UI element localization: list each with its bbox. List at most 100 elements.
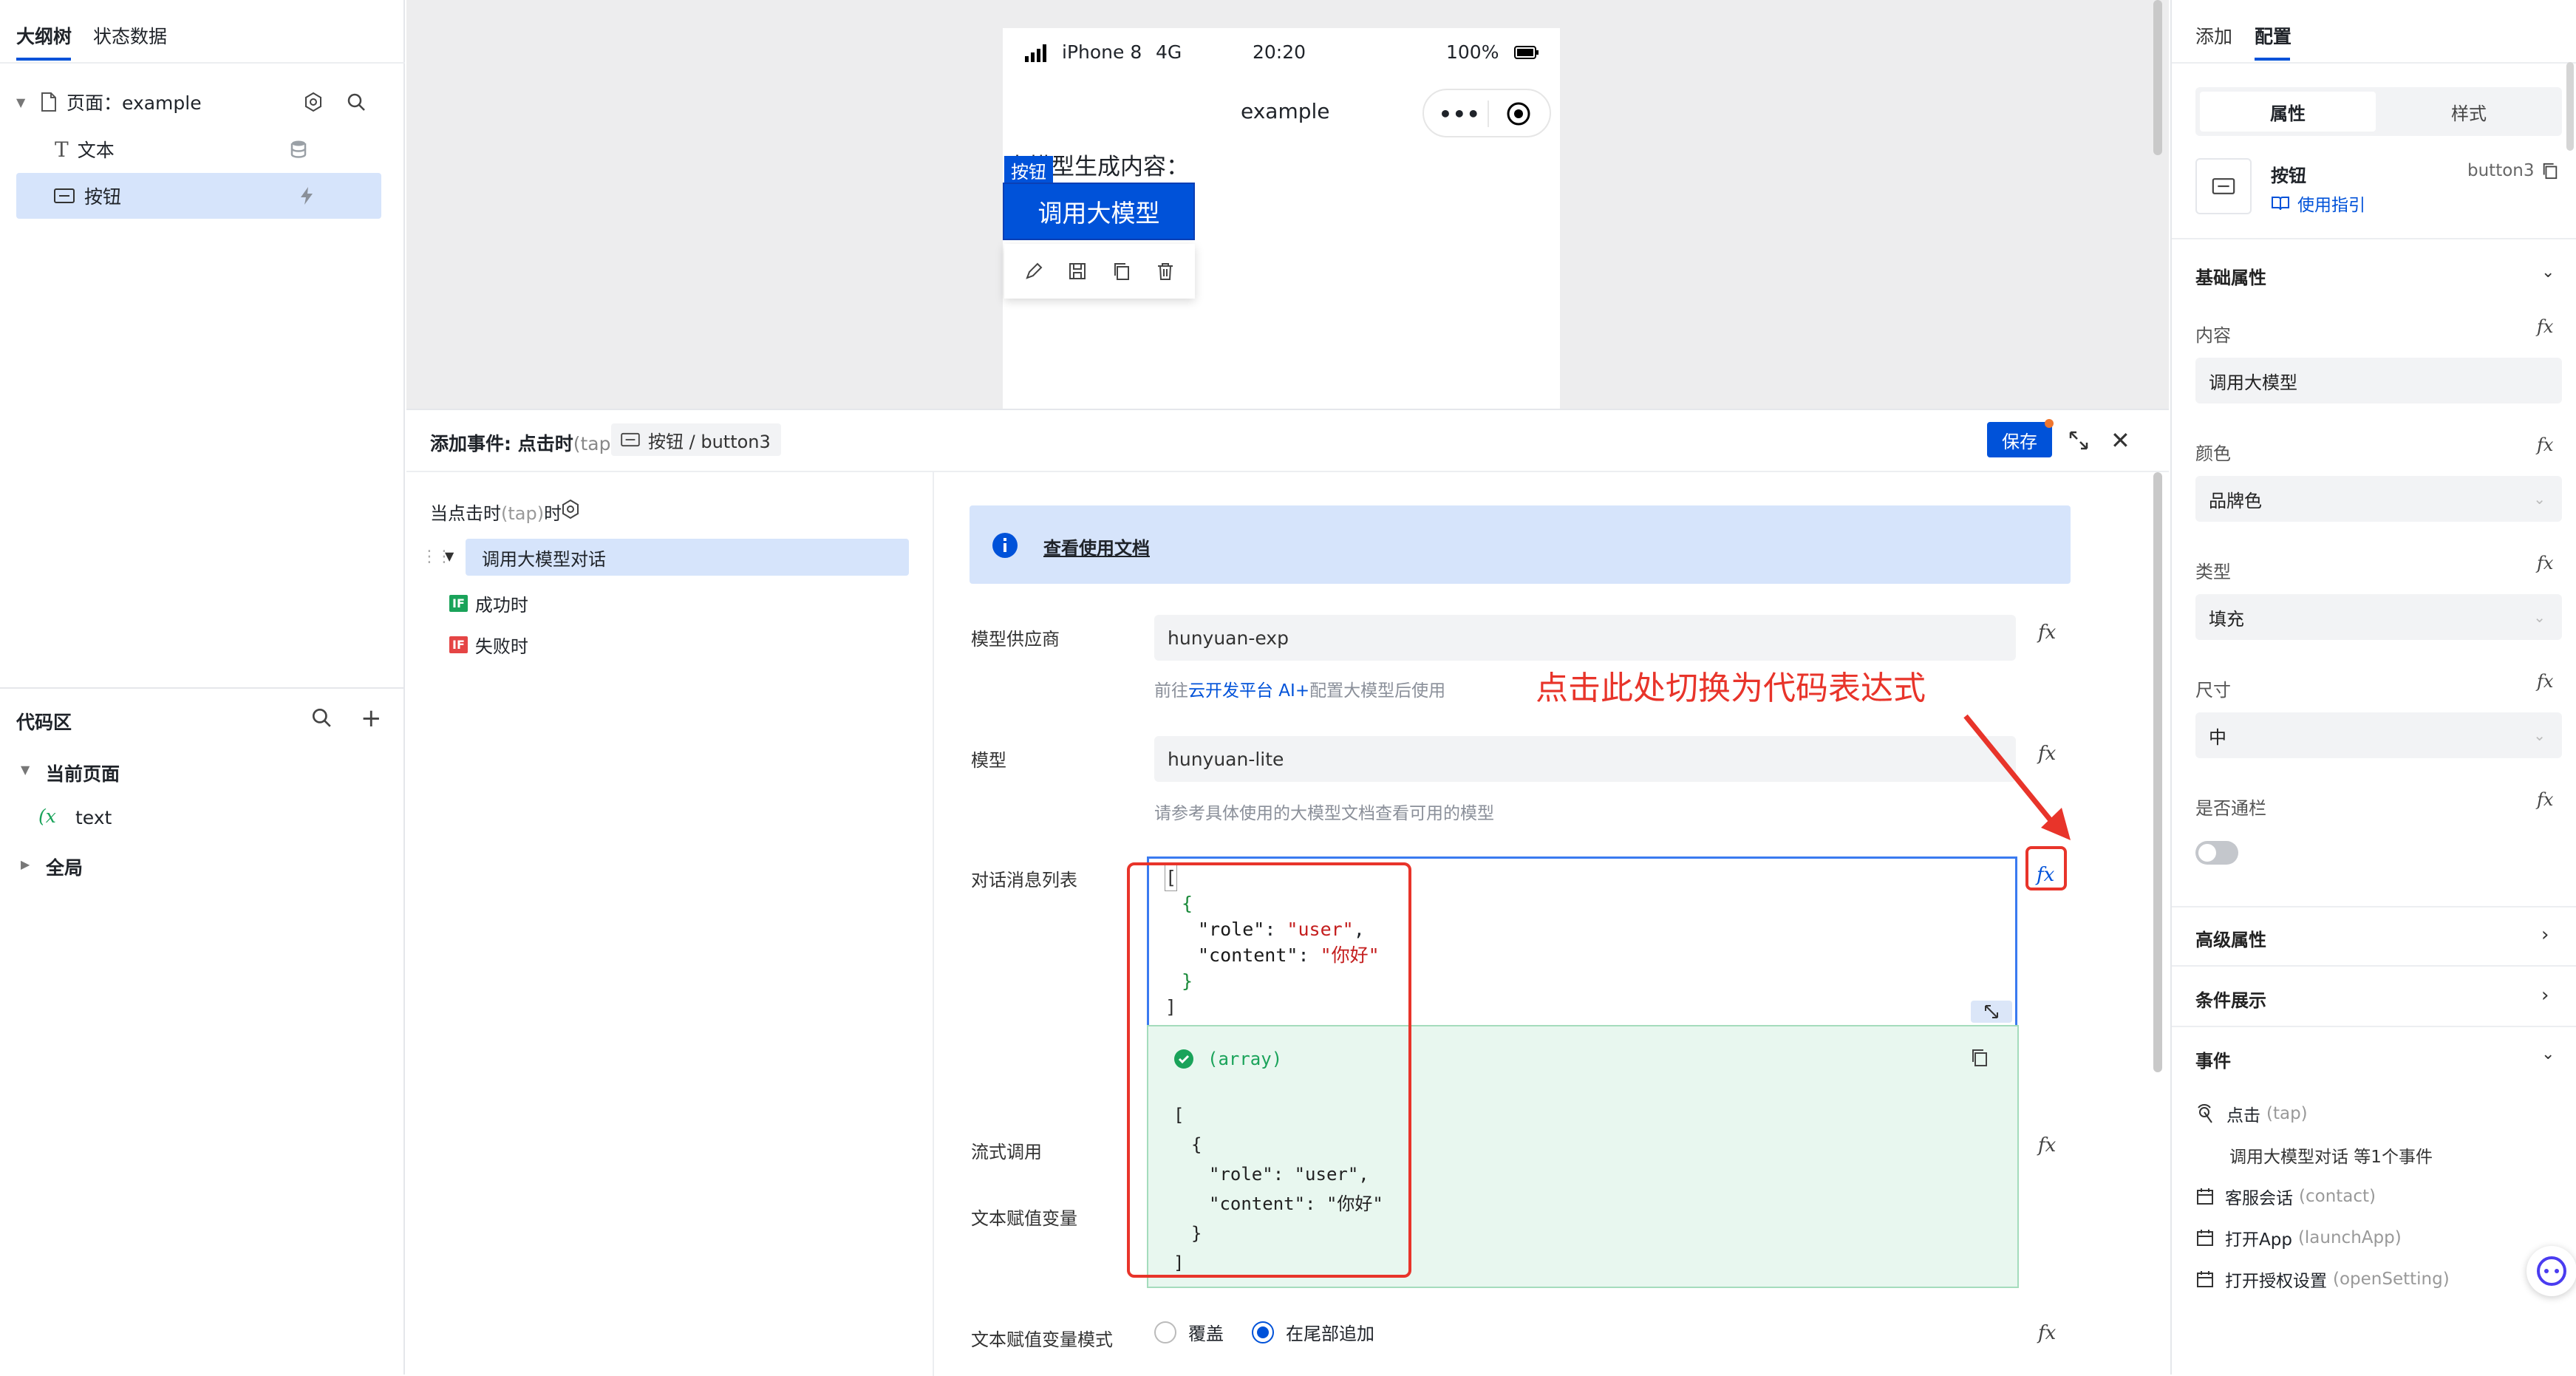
close-circle-icon[interactable] <box>1505 101 1532 127</box>
chevron-down-icon[interactable]: ⌄ <box>2541 1045 2555 1063</box>
condition-title[interactable]: 条件展示 <box>2195 986 2266 1012</box>
fx-icon[interactable]: fx <box>2038 1322 2056 1344</box>
copy-icon[interactable] <box>1970 1047 1989 1068</box>
events-title: 事件 <box>2195 1051 2231 1072</box>
when-label: 当点击时(tap)时 <box>430 503 562 524</box>
tab-outline-tree[interactable]: 大纲树 <box>16 22 72 49</box>
delete-icon[interactable] <box>1156 262 1175 281</box>
fx-icon[interactable]: fx <box>2038 621 2056 644</box>
event-title: 添加事件: 点击时(tap) <box>430 433 619 454</box>
prop-label: 内容 <box>2195 325 2231 346</box>
messages-label: 对话消息列表 <box>971 870 1077 890</box>
save-icon[interactable] <box>1068 262 1087 281</box>
copy-icon[interactable] <box>2541 161 2559 180</box>
search-icon[interactable] <box>346 92 367 112</box>
assistant-bubble[interactable] <box>2526 1246 2576 1296</box>
chevron-down-icon: ⌄ <box>2533 726 2546 744</box>
caret-right-icon[interactable]: ▶ <box>21 857 30 871</box>
add-icon[interactable]: + <box>361 704 382 733</box>
right-panel: 添加 配置 属性 样式 按钮 button3 使用指引 基础属性 ⌄ 内容 fx… <box>2170 0 2576 1375</box>
carrier-text: iPhone 8 <box>1062 41 1142 63</box>
fx-icon[interactable]: fx <box>2038 1134 2056 1157</box>
database-icon <box>290 140 307 159</box>
radio-append[interactable] <box>1252 1321 1274 1343</box>
tree-item-button[interactable]: 按钮 <box>16 173 381 219</box>
action-label: 成功时 <box>474 595 528 616</box>
right-scrollbar[interactable] <box>2566 62 2574 151</box>
event-scrollbar[interactable] <box>2153 472 2162 1072</box>
chevron-right-icon[interactable]: › <box>2541 924 2549 946</box>
chevron-down-icon[interactable]: ⌄ <box>2541 263 2555 282</box>
caret-down-icon[interactable]: ▼ <box>16 95 34 109</box>
size-select[interactable]: 中 ⌄ <box>2195 712 2562 758</box>
radio-overwrite[interactable] <box>1154 1321 1176 1343</box>
save-button[interactable]: 保存 <box>1987 422 2052 457</box>
prop-label: 颜色 <box>2195 443 2231 464</box>
call-llm-button[interactable]: 调用大模型 <box>1003 183 1195 240</box>
tree-item-label: 按钮 <box>84 186 122 208</box>
canvas-scrollbar[interactable] <box>2153 0 2162 155</box>
copy-icon[interactable] <box>1112 262 1131 281</box>
caret-down-icon[interactable]: ▼ <box>21 763 30 777</box>
caret-down-icon[interactable]: ▼ <box>445 549 454 563</box>
tab-config[interactable]: 配置 <box>2255 22 2292 49</box>
close-icon[interactable]: ✕ <box>2110 426 2130 454</box>
mode-radio-group: 覆盖 在尾部追加 <box>1154 1319 1374 1345</box>
cloud-platform-link[interactable]: 云开发平台 AI+ <box>1188 681 1309 701</box>
subtab-props[interactable]: 属性 <box>2200 92 2376 132</box>
component-id: button3 <box>2467 161 2535 180</box>
fx-icon[interactable]: fx <box>2537 316 2553 337</box>
settings-icon[interactable] <box>303 92 324 112</box>
provider-input[interactable]: hunyuan-exp <box>1154 615 2016 661</box>
content-input[interactable]: 调用大模型 <box>2195 358 2562 403</box>
advanced-props-title[interactable]: 高级属性 <box>2195 925 2266 951</box>
battery-text: 100% <box>1446 41 1499 63</box>
phone-title: example <box>1241 99 1330 123</box>
event-item-tap[interactable]: 点击 (tap) <box>2195 1101 2308 1126</box>
tree-item-text[interactable]: T 文本 <box>16 126 381 172</box>
settings-icon[interactable] <box>560 499 581 520</box>
if-badge: IF <box>449 636 468 653</box>
subtab-style[interactable]: 样式 <box>2380 92 2558 132</box>
prop-label: 尺寸 <box>2195 680 2231 701</box>
code-area-title: 代码区 <box>16 712 72 733</box>
code-item-current-page[interactable]: 当前页面 <box>46 760 120 786</box>
tab-state-data[interactable]: 状态数据 <box>93 22 167 49</box>
event-summary[interactable]: 调用大模型对话 等1个事件 <box>2229 1142 2433 1168</box>
capsule-menu[interactable]: ••• <box>1422 89 1551 137</box>
tab-active-indicator <box>16 58 71 61</box>
fx-icon[interactable]: fx <box>2537 671 2553 692</box>
more-icon[interactable]: ••• <box>1439 102 1481 126</box>
fx-icon[interactable]: fx <box>2537 435 2553 455</box>
model-input[interactable]: hunyuan-lite <box>1154 736 2016 782</box>
chat-bot-icon[interactable] <box>2534 1253 2569 1289</box>
action-item-llm[interactable]: 调用大模型对话 <box>466 539 909 576</box>
info-banner: 查看使用文档 <box>970 505 2071 584</box>
fx-icon[interactable]: fx <box>2537 553 2553 573</box>
switch-knob <box>2198 844 2216 862</box>
code-search-icon[interactable] <box>310 706 333 729</box>
event-item-launchapp[interactable]: 打开App (launchApp) <box>2195 1225 2402 1250</box>
fx-icon[interactable]: fx <box>2537 789 2553 810</box>
event-item-contact[interactable]: 客服会话 (contact) <box>2195 1184 2376 1209</box>
action-item-success[interactable]: IF 成功时 <box>449 590 528 616</box>
full-width-switch[interactable] <box>2195 841 2238 865</box>
editor-expand-icon[interactable] <box>1971 1001 2012 1023</box>
guide-link[interactable]: 使用指引 <box>2271 191 2365 216</box>
tree-item-page[interactable]: ▼ 页面：example <box>16 79 381 125</box>
code-item-text[interactable]: text <box>75 807 112 828</box>
tab-add[interactable]: 添加 <box>2195 22 2232 49</box>
calendar-icon <box>2195 1228 2215 1247</box>
chevron-right-icon[interactable]: › <box>2541 984 2549 1007</box>
divider <box>406 471 2169 472</box>
edit-icon[interactable] <box>1024 262 1043 281</box>
chevron-down-icon: ⌄ <box>2533 608 2546 626</box>
action-item-fail[interactable]: IF 失败时 <box>449 632 528 658</box>
event-item-opensetting[interactable]: 打开授权设置 (openSetting) <box>2195 1267 2450 1292</box>
code-item-global[interactable]: 全局 <box>46 854 83 880</box>
doc-link[interactable]: 查看使用文档 <box>1043 534 1150 559</box>
color-select[interactable]: 品牌色 ⌄ <box>2195 476 2562 522</box>
type-select[interactable]: 填充 ⌄ <box>2195 594 2562 640</box>
phone-preview: iPhone 8 4G 20:20 100% example ••• 大模型生成… <box>1003 28 1560 409</box>
expand-icon[interactable] <box>2068 429 2090 452</box>
